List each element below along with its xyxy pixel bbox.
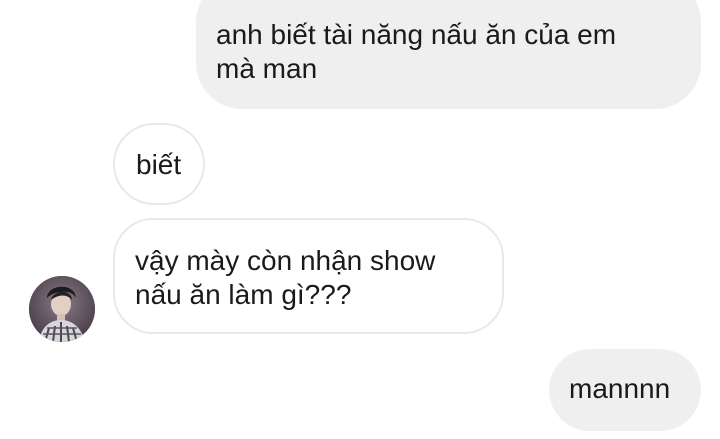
sent-message-bubble[interactable]: anh biết tài năng nấu ăn của em mà man: [196, 0, 701, 109]
chat-thread: anh biết tài năng nấu ăn của em mà man b…: [0, 0, 720, 439]
avatar-photo-icon: [29, 276, 95, 342]
sent-message-bubble[interactable]: mannnn: [549, 349, 701, 431]
received-message-bubble[interactable]: vậy mày còn nhận show nấu ăn làm gì???: [113, 218, 504, 334]
contact-avatar[interactable]: [29, 276, 95, 342]
received-message-bubble[interactable]: biết: [113, 123, 205, 205]
